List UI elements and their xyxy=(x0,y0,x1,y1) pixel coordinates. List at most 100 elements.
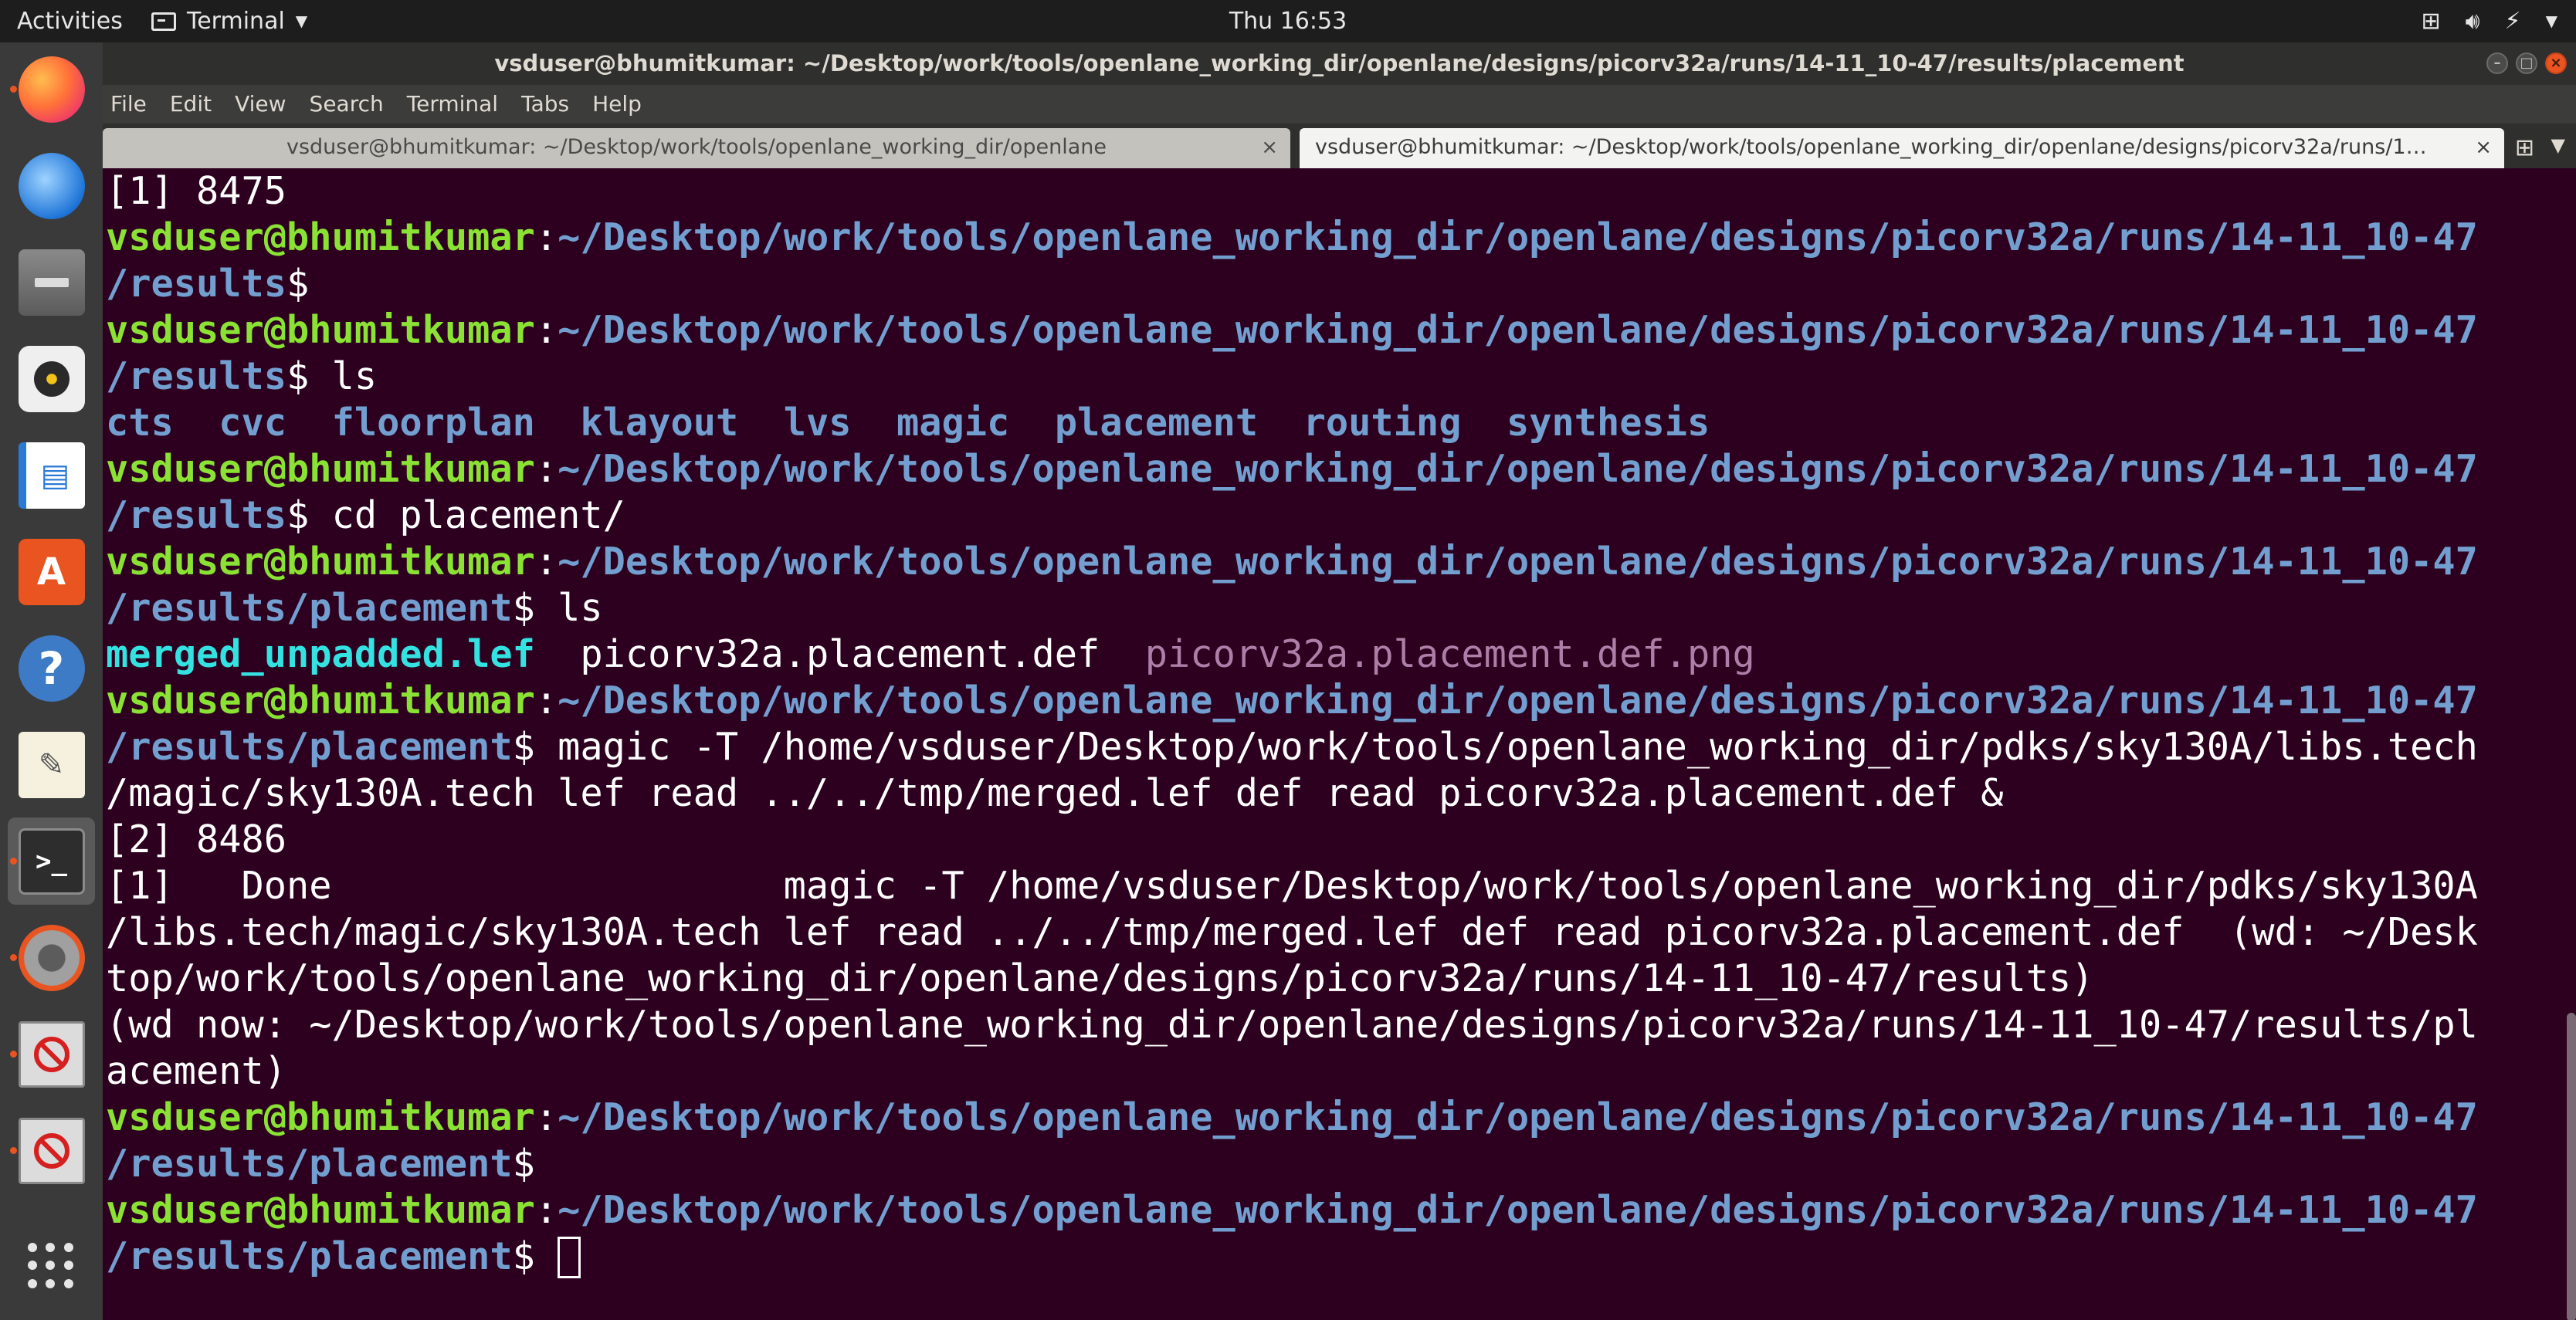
menu-file[interactable]: File xyxy=(110,85,147,124)
prompt-separator: : xyxy=(534,679,558,723)
tab-placement[interactable]: vsduser@bhumitkumar: ~/Desktop/work/tool… xyxy=(1300,128,2504,168)
ls-output: merged_unpadded.lef picorv32a.placement.… xyxy=(106,631,2546,678)
prompt-symbol: $ xyxy=(286,355,310,398)
chevron-down-icon[interactable]: ▼ xyxy=(2546,0,2557,42)
menu-view[interactable]: View xyxy=(235,85,286,124)
tab-label: vsduser@bhumitkumar: ~/Desktop/work/tool… xyxy=(286,135,1107,159)
chevron-down-icon[interactable]: ▼ xyxy=(2551,134,2565,156)
dir-entry: routing xyxy=(1303,401,1462,445)
dock-settings[interactable] xyxy=(8,914,95,1001)
prompt-line: /results/placement$ magic -T /home/vsdus… xyxy=(106,724,2546,770)
prompt-line: vsduser@bhumitkumar:~/Desktop/work/tools… xyxy=(106,446,2546,492)
clock[interactable]: Thu 16:53 xyxy=(0,0,2576,42)
command-text: /magic/sky130A.tech lef read ../../tmp/m… xyxy=(106,772,2004,815)
window-titlebar[interactable]: vsduser@bhumitkumar: ~/Desktop/work/tool… xyxy=(103,42,2576,85)
minimize-button[interactable]: – xyxy=(2486,52,2508,74)
dir-entry: floorplan xyxy=(331,401,535,445)
dock-blocked-app-2[interactable] xyxy=(8,1107,95,1194)
terminal-line: [1] Done magic -T /home/vsduser/Desktop/… xyxy=(106,863,2546,909)
prompt-symbol: $ xyxy=(512,1142,535,1186)
dock-software[interactable]: A xyxy=(8,528,95,615)
terminal-line: acement) xyxy=(106,1048,2546,1095)
running-indicator xyxy=(10,86,17,93)
prompt-path: /results/placement xyxy=(106,1142,513,1186)
running-indicator xyxy=(10,1147,17,1154)
dock-thunderbird[interactable] xyxy=(8,142,95,229)
tab-close-button[interactable]: × xyxy=(2475,128,2492,167)
terminal-line: [2] 8486 xyxy=(106,817,2546,863)
close-button[interactable]: × xyxy=(2545,52,2567,74)
text-editor-icon: ✎ xyxy=(18,731,85,798)
menu-search[interactable]: Search xyxy=(310,85,384,124)
terminal-output[interactable]: [1] 8475 vsduser@bhumitkumar:~/Desktop/wo… xyxy=(106,168,2546,1320)
prompt-separator: : xyxy=(534,1189,558,1232)
tab-openlane[interactable]: vsduser@bhumitkumar: ~/Desktop/work/tool… xyxy=(103,128,1290,168)
prompt-user: vsduser@bhumitkumar xyxy=(106,448,535,491)
prompt-separator: : xyxy=(534,309,558,352)
prompt-line: /results/placement$ xyxy=(106,1234,2546,1280)
volume-icon[interactable]: 🔊︎ xyxy=(2466,0,2480,42)
network-icon[interactable]: ⊞ xyxy=(2421,0,2440,42)
command-text: ls xyxy=(309,355,378,398)
prompt-path: /results/placement xyxy=(106,726,513,769)
prompt-line: vsduser@bhumitkumar:~/Desktop/work/tools… xyxy=(106,539,2546,585)
new-tab-icon[interactable]: ⊞ xyxy=(2515,134,2534,161)
dock-text-editor[interactable]: ✎ xyxy=(8,721,95,808)
terminal-line: [1] 8475 xyxy=(106,168,2546,215)
command-text: magic -T /home/vsduser/Desktop/work/tool… xyxy=(534,726,2478,769)
menu-terminal[interactable]: Terminal xyxy=(407,85,498,124)
dock-blocked-app-1[interactable] xyxy=(8,1010,95,1098)
dock: ▤ A ? ✎ >_ xyxy=(0,42,103,1320)
file-entry: merged_unpadded.lef xyxy=(106,633,535,676)
prompt-line: vsduser@bhumitkumar:~/Desktop/work/tools… xyxy=(106,678,2546,724)
prompt-symbol: $ xyxy=(286,494,310,537)
prompt-separator: : xyxy=(534,216,558,259)
dock-files[interactable] xyxy=(8,239,95,326)
dock-firefox[interactable] xyxy=(8,46,95,133)
prompt-user: vsduser@bhumitkumar xyxy=(106,679,535,723)
blocked-icon xyxy=(18,1020,85,1088)
menu-help[interactable]: Help xyxy=(592,85,642,124)
menu-edit[interactable]: Edit xyxy=(170,85,212,124)
dir-entry: klayout xyxy=(580,401,739,445)
dir-entry: placement xyxy=(1054,401,1259,445)
dock-help[interactable]: ? xyxy=(8,624,95,712)
tab-label: vsduser@bhumitkumar: ~/Desktop/work/tool… xyxy=(1315,135,2427,159)
prompt-symbol: $ xyxy=(512,1235,535,1278)
prompt-line: /results/placement$ ls xyxy=(106,585,2546,631)
terminal-cursor xyxy=(558,1237,581,1278)
running-indicator xyxy=(10,954,17,961)
settings-icon xyxy=(18,924,85,991)
battery-icon[interactable]: ⚡ xyxy=(2505,0,2521,42)
menu-tabs[interactable]: Tabs xyxy=(521,85,569,124)
system-tray[interactable]: ⊞ 🔊︎ ⚡ ▼ xyxy=(2421,0,2557,42)
tab-bar: vsduser@bhumitkumar: ~/Desktop/work/tool… xyxy=(103,124,2576,168)
ls-output: cts cvc floorplan klayout lvs magic plac… xyxy=(106,400,2546,446)
prompt-path: ~/Desktop/work/tools/openlane_working_di… xyxy=(558,309,2478,352)
prompt-line: vsduser@bhumitkumar:~/Desktop/work/tools… xyxy=(106,215,2546,261)
job-output: [1] Done magic -T /home/vsduser/Desktop/… xyxy=(106,865,2478,908)
tab-close-button[interactable]: × xyxy=(1261,128,1278,167)
dock-rhythmbox[interactable] xyxy=(8,335,95,422)
dock-terminal[interactable]: >_ xyxy=(8,817,95,905)
prompt-path: /results xyxy=(106,355,287,398)
prompt-line: /results$ xyxy=(106,261,2546,307)
job-output: [1] 8475 xyxy=(106,170,287,213)
command-text: ls xyxy=(534,587,603,630)
maximize-button[interactable]: □ xyxy=(2516,52,2537,74)
terminal-line: top/work/tools/openlane_working_dir/open… xyxy=(106,956,2546,1002)
prompt-user: vsduser@bhumitkumar xyxy=(106,540,535,584)
terminal-scrollbar[interactable] xyxy=(2567,1013,2576,1320)
prompt-symbol: $ xyxy=(512,587,535,630)
prompt-separator: : xyxy=(534,1096,558,1139)
job-output: /libs.tech/magic/sky130A.tech lef read .… xyxy=(106,911,2478,954)
dock-writer[interactable]: ▤ xyxy=(8,432,95,519)
job-output: (wd now: ~/Desktop/work/tools/openlane_w… xyxy=(106,1004,2478,1047)
running-indicator xyxy=(10,1051,17,1058)
prompt-symbol: $ xyxy=(512,726,535,769)
prompt-line: vsduser@bhumitkumar:~/Desktop/work/tools… xyxy=(106,1187,2546,1234)
prompt-line: vsduser@bhumitkumar:~/Desktop/work/tools… xyxy=(106,1095,2546,1141)
prompt-path: /results xyxy=(106,262,287,306)
show-applications-icon[interactable] xyxy=(28,1243,74,1289)
prompt-path: ~/Desktop/work/tools/openlane_working_di… xyxy=(558,1189,2478,1232)
